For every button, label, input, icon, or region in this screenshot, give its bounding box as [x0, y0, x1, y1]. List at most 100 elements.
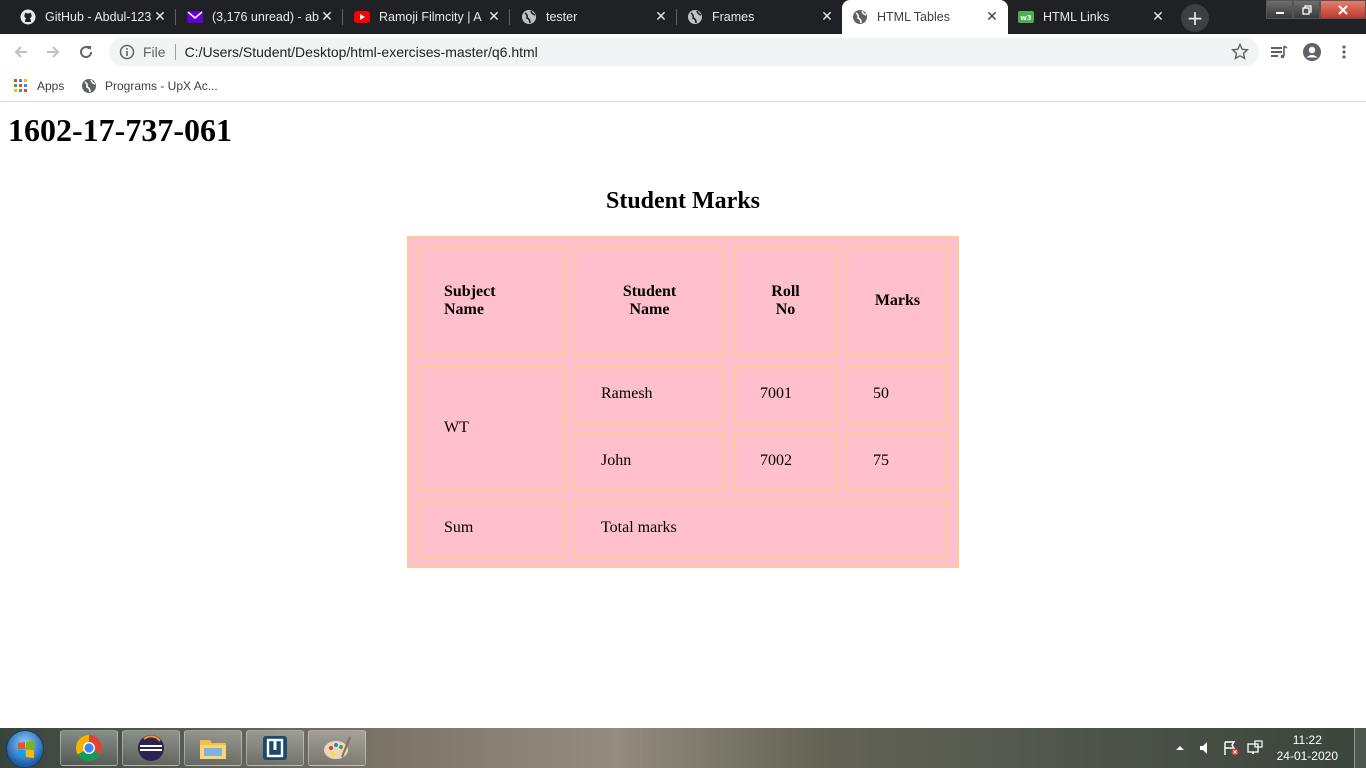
tab-html-tables[interactable]: HTML Tables ✕ [842, 0, 1008, 34]
forward-arrow-icon [47, 46, 60, 58]
cell-roll-no: 7002 [734, 432, 837, 490]
web-page: 1602-17-737-061 Student Marks Subject Na… [0, 103, 1366, 728]
bookmark-label: Apps [37, 79, 65, 93]
tab-frames[interactable]: Frames ✕ [677, 0, 843, 34]
show-desktop-button[interactable] [1354, 728, 1366, 768]
scheme-chip: File [143, 44, 166, 60]
info-icon[interactable] [119, 44, 135, 60]
taskbar-chrome[interactable] [60, 730, 118, 766]
header-roll-no: Roll No [734, 247, 837, 356]
minimize-icon [1275, 11, 1284, 14]
globe-icon [81, 78, 97, 94]
close-tab-icon[interactable]: ✕ [1150, 9, 1166, 25]
reload-icon [80, 46, 93, 59]
volume-icon[interactable] [1199, 741, 1213, 755]
app-icon [263, 736, 287, 760]
bookmark-apps[interactable]: Apps [13, 76, 64, 96]
start-button[interactable] [6, 730, 44, 768]
system-tray: 11:22 24-01-2020 [1175, 728, 1366, 768]
header-student-name: Student Name [575, 247, 724, 356]
tab-yahoo-mail[interactable]: (3,176 unread) - abdul ✕ [177, 0, 343, 34]
restore-icon [1301, 4, 1312, 15]
yahoo-mail-icon [187, 9, 203, 25]
forward-button[interactable] [41, 40, 65, 64]
header-marks: Marks [847, 247, 948, 356]
tab-tester[interactable]: tester ✕ [511, 0, 677, 34]
w3schools-icon: w3 [1018, 9, 1034, 25]
table-header-row: Subject Name Student Name Roll No Marks [418, 247, 948, 356]
taskbar-paint[interactable] [308, 730, 366, 766]
close-tab-icon[interactable]: ✕ [984, 9, 1000, 25]
profile-button[interactable] [1300, 40, 1324, 64]
clock-time: 11:22 [1292, 733, 1322, 747]
bookmark-star-icon[interactable] [1230, 42, 1250, 64]
tab-title: HTML Links [1043, 10, 1110, 24]
tab-strip: GitHub - Abdul-123 ✕ (3,176 unread) - ab… [0, 0, 1366, 34]
svg-text:w3: w3 [1020, 14, 1031, 22]
close-tab-icon[interactable]: ✕ [486, 9, 502, 25]
cell-student-name: John [575, 432, 724, 490]
bookmark-label: Programs - UpX Ac... [105, 79, 218, 93]
close-tab-icon[interactable]: ✕ [319, 9, 335, 25]
tab-title: tester [546, 10, 578, 24]
back-arrow-icon [14, 46, 27, 58]
student-marks-table: Subject Name Student Name Roll No Marks … [407, 236, 959, 568]
close-tab-icon[interactable]: ✕ [653, 9, 669, 25]
cell-subject: WT [418, 365, 565, 490]
header-subject-name: Subject Name [418, 247, 565, 356]
tab-title: GitHub - Abdul-123 [45, 10, 152, 24]
bookmark-programs-upx[interactable]: Programs - UpX Ac... [81, 76, 218, 96]
table-footer-row: Sum Total marks [418, 499, 948, 557]
apps-grid-icon [13, 78, 29, 94]
taskbar-file-explorer[interactable] [184, 730, 242, 766]
close-window-button[interactable] [1320, 0, 1366, 19]
tab-separator [175, 9, 176, 25]
tab-html-links[interactable]: w3 HTML Links ✕ [1008, 0, 1174, 34]
file-explorer-icon [200, 740, 226, 759]
windows-logo-icon [18, 741, 34, 758]
chrome-icon [75, 734, 102, 762]
show-hidden-icons-icon[interactable] [1175, 743, 1185, 753]
address-url[interactable]: C:/Users/Student/Desktop/html-exercises-… [185, 44, 538, 60]
cell-student-name: Ramesh [575, 365, 724, 423]
eclipse-icon [138, 735, 164, 761]
clock-date: 24-01-2020 [1276, 749, 1338, 763]
taskbar-app[interactable] [246, 730, 304, 766]
globe-icon [687, 9, 703, 25]
address-divider [174, 44, 176, 60]
network-icon[interactable] [1246, 740, 1263, 756]
bookmarks-bar: Apps Programs - UpX Ac... [0, 70, 1366, 102]
media-queue-button[interactable] [1267, 40, 1291, 64]
chrome-menu-button[interactable] [1332, 40, 1356, 64]
browser-toolbar: File C:/Users/Student/Desktop/html-exerc… [0, 34, 1366, 70]
close-tab-icon[interactable]: ✕ [152, 9, 168, 25]
tab-youtube[interactable]: Ramoji Filmcity | A ✕ [344, 0, 510, 34]
globe-icon [521, 9, 537, 25]
new-tab-button[interactable]: + [1181, 4, 1209, 32]
minimize-button[interactable] [1266, 0, 1293, 19]
back-button[interactable] [9, 40, 33, 64]
maximize-button[interactable] [1293, 0, 1320, 19]
cell-total-marks: Total marks [575, 499, 948, 557]
tab-title: Frames [712, 10, 755, 24]
address-bar[interactable]: File C:/Users/Student/Desktop/html-exerc… [109, 38, 1259, 66]
cell-marks: 75 [847, 432, 948, 490]
paint-icon [324, 736, 352, 759]
roll-number-heading: 1602-17-737-061 [8, 112, 232, 148]
globe-icon [852, 9, 868, 25]
cell-marks: 50 [847, 365, 948, 423]
github-icon [20, 9, 36, 25]
cell-roll-no: 7001 [734, 365, 837, 423]
tab-title: HTML Tables [877, 10, 950, 24]
system-clock[interactable]: 11:22 24-01-2020 [1277, 732, 1338, 764]
taskbar-eclipse[interactable] [122, 730, 180, 766]
close-tab-icon[interactable]: ✕ [819, 9, 835, 25]
window-controls [1266, 0, 1366, 20]
action-center-flag-icon[interactable] [1223, 740, 1239, 756]
reload-button[interactable] [74, 40, 98, 64]
playlist-icon [1271, 45, 1288, 59]
tab-github[interactable]: GitHub - Abdul-123 ✕ [10, 0, 176, 34]
youtube-icon [354, 9, 370, 25]
tab-separator [509, 9, 510, 25]
tab-separator [342, 9, 343, 25]
